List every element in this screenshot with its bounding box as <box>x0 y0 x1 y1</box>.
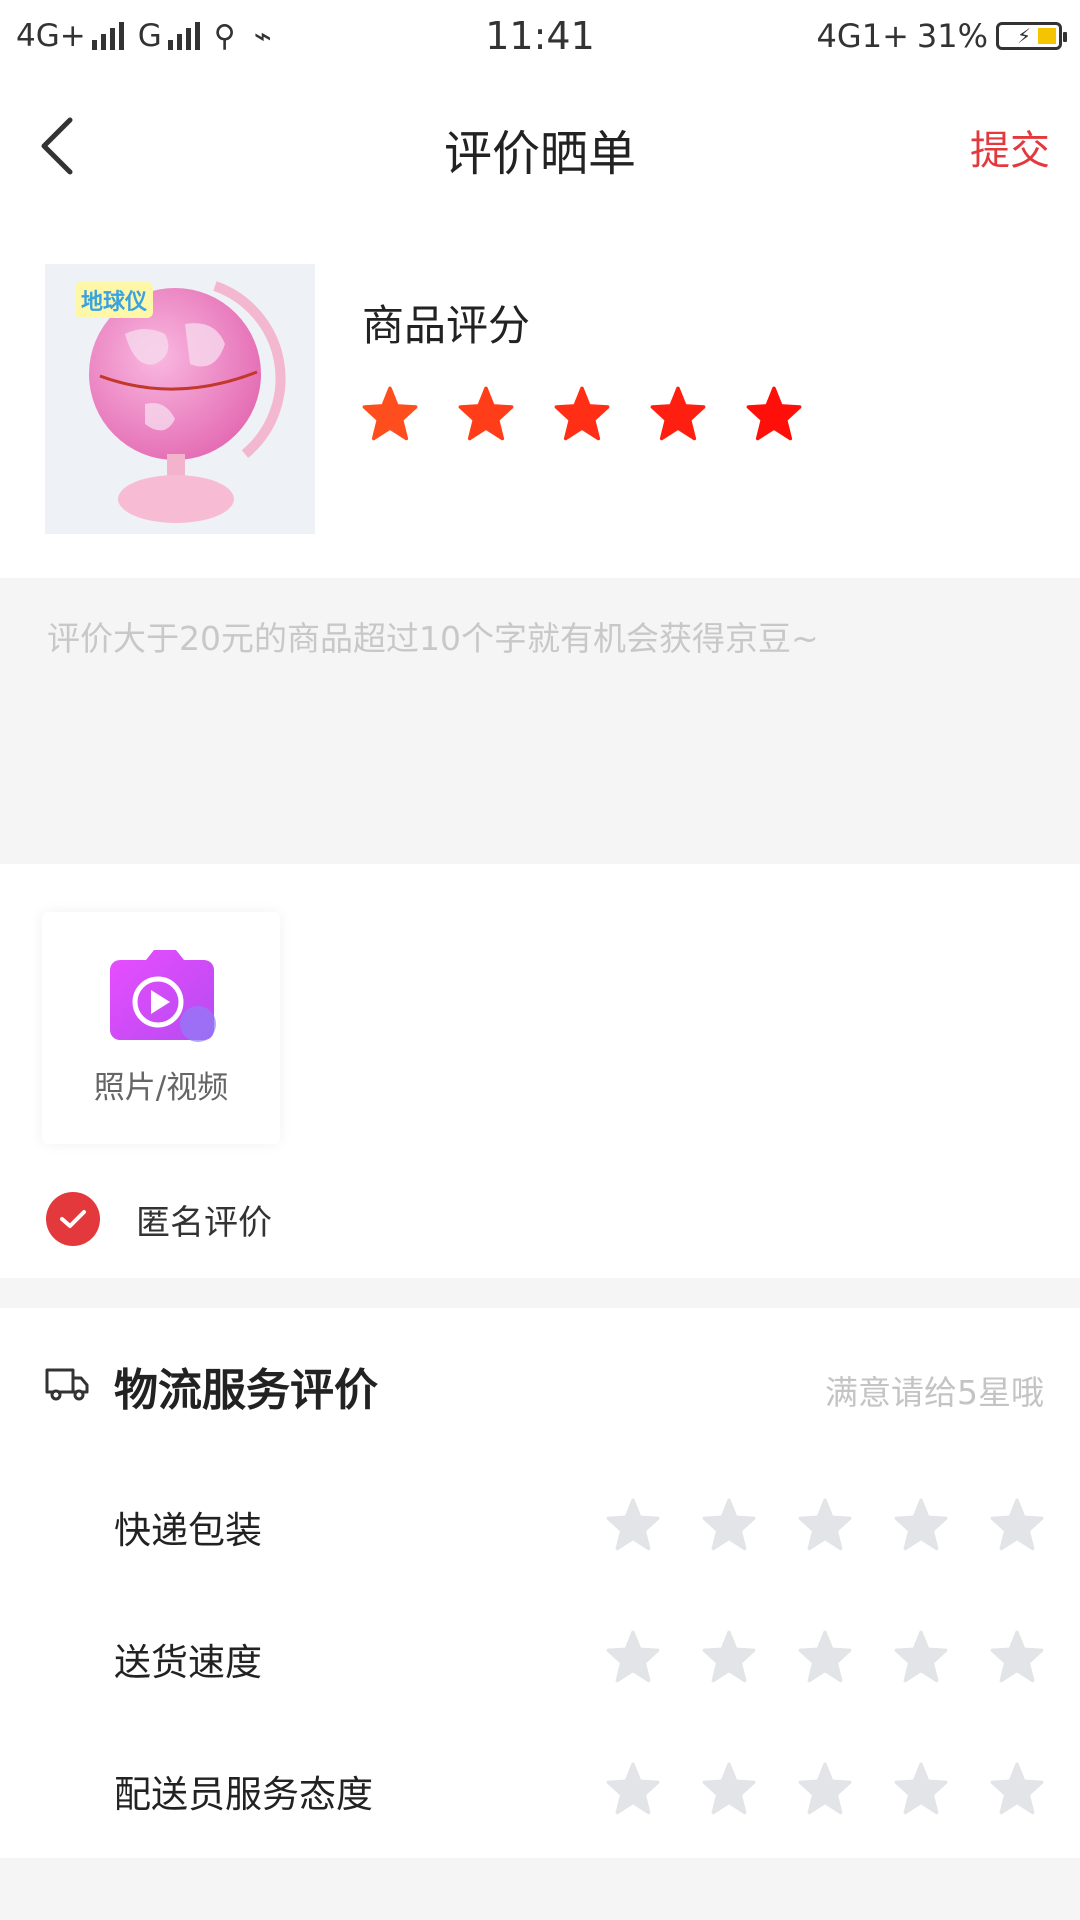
product-logo-text: 地球仪 <box>75 282 154 318</box>
rating-row-packaging: 快递包装 <box>0 1460 1080 1592</box>
product-rating-section: 地球仪 商品评分 <box>0 216 1080 578</box>
logistics-title: 物流服务评价 <box>114 1365 378 1416</box>
star-icon[interactable] <box>798 1762 852 1816</box>
star-icon[interactable] <box>606 1498 660 1552</box>
star-icon[interactable] <box>554 386 610 442</box>
star-icon[interactable] <box>702 1630 756 1684</box>
review-box <box>0 578 1080 864</box>
battery-icon: ⚡ <box>996 22 1067 50</box>
product-thumbnail[interactable]: 地球仪 <box>45 264 315 534</box>
section-divider <box>0 1278 1080 1308</box>
rating-row-label: 配送员服务态度 <box>114 1773 373 1816</box>
star-icon[interactable] <box>746 386 802 442</box>
rating-row-label: 快递包装 <box>114 1509 262 1552</box>
star-icon[interactable] <box>894 1498 948 1552</box>
product-rating-label: 商品评分 <box>362 301 531 350</box>
truck-icon <box>45 1368 89 1401</box>
battery-percent: 31% <box>916 17 988 55</box>
camera-video-icon <box>110 950 216 1042</box>
star-icon[interactable] <box>798 1498 852 1552</box>
star-icon[interactable] <box>702 1498 756 1552</box>
rating-stars <box>606 1762 1044 1816</box>
star-icon[interactable] <box>990 1498 1044 1552</box>
review-textarea[interactable] <box>45 610 1039 834</box>
status-right: 4G1+ 31% ⚡ <box>816 14 1067 58</box>
logistics-header: 物流服务评价 满意请给5星哦 <box>0 1308 1080 1460</box>
rating-row-courier: 配送员服务态度 <box>0 1724 1080 1856</box>
nav-bar: 评价晒单 提交 <box>0 76 1080 216</box>
anonymous-label: 匿名评价 <box>136 1202 272 1243</box>
star-icon[interactable] <box>990 1630 1044 1684</box>
anonymous-toggle[interactable]: 匿名评价 <box>46 1192 272 1246</box>
product-stars <box>362 386 802 442</box>
bottom-spacer <box>0 1858 1080 1920</box>
upload-photo-video-button[interactable]: 照片/视频 <box>42 912 280 1144</box>
status-bar: 4G+ G ⚲ ⌁ 11:41 4G1+ 31% ⚡ <box>0 0 1080 76</box>
page-title: 评价晒单 <box>443 126 636 182</box>
upload-label: 照片/视频 <box>93 1070 229 1106</box>
star-icon[interactable] <box>894 1762 948 1816</box>
submit-button[interactable]: 提交 <box>970 118 1050 176</box>
checkmark-icon <box>46 1192 100 1246</box>
star-icon[interactable] <box>894 1630 948 1684</box>
star-icon[interactable] <box>702 1762 756 1816</box>
logistics-hint: 满意请给5星哦 <box>825 1373 1044 1412</box>
rating-row-speed: 送货速度 <box>0 1592 1080 1724</box>
network-type-right: 4G1+ <box>816 17 909 55</box>
star-icon[interactable] <box>606 1630 660 1684</box>
star-icon[interactable] <box>606 1762 660 1816</box>
star-icon[interactable] <box>990 1762 1044 1816</box>
logistics-rating-section: 物流服务评价 满意请给5星哦 快递包装 送货速度 配送员服务态度 <box>0 1308 1080 1858</box>
star-icon[interactable] <box>650 386 706 442</box>
star-icon[interactable] <box>798 1630 852 1684</box>
star-icon[interactable] <box>362 386 418 442</box>
rating-stars <box>606 1498 1044 1552</box>
star-icon[interactable] <box>458 386 514 442</box>
rating-row-label: 送货速度 <box>114 1641 262 1684</box>
rating-stars <box>606 1630 1044 1684</box>
